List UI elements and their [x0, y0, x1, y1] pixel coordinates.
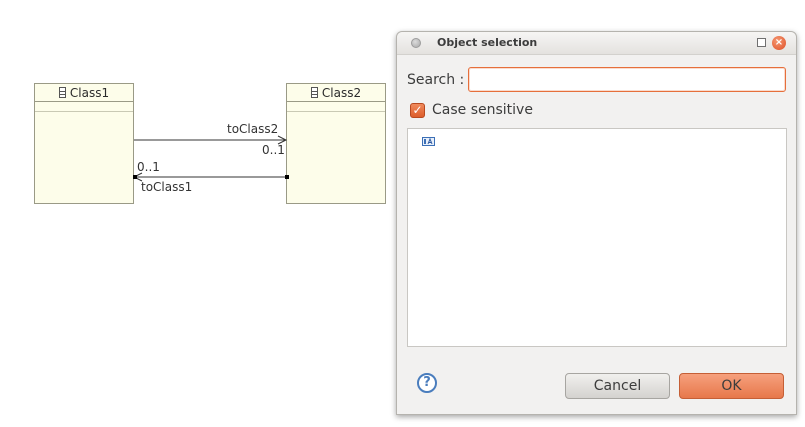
- role-label-toClass1: toClass1: [141, 180, 193, 194]
- edge-handle-end: [285, 175, 289, 179]
- case-sensitive-label[interactable]: Case sensitive: [432, 102, 533, 118]
- object-selection-dialog: Object selection × Search : ✓ Case sensi…: [396, 31, 797, 415]
- results-list[interactable]: [407, 128, 787, 347]
- multiplicity-label-class1: 0..1: [137, 160, 160, 174]
- ok-button[interactable]: OK: [679, 373, 784, 399]
- multiplicity-label-class2: 0..1: [262, 143, 285, 157]
- model-element-icon: [422, 137, 435, 146]
- search-label: Search :: [407, 72, 465, 88]
- edge-handle-start: [133, 175, 137, 179]
- list-item[interactable]: [422, 137, 435, 146]
- help-icon[interactable]: ?: [417, 373, 437, 393]
- search-input[interactable]: [468, 67, 786, 92]
- window-menu-icon[interactable]: [411, 38, 421, 48]
- dialog-titlebar[interactable]: Object selection ×: [397, 32, 796, 55]
- dialog-title: Object selection: [437, 36, 538, 49]
- close-icon[interactable]: ×: [772, 36, 786, 50]
- role-label-toClass2: toClass2: [227, 122, 279, 136]
- maximize-icon[interactable]: [757, 38, 766, 47]
- cancel-button[interactable]: Cancel: [565, 373, 670, 399]
- case-sensitive-checkbox[interactable]: ✓: [410, 103, 425, 118]
